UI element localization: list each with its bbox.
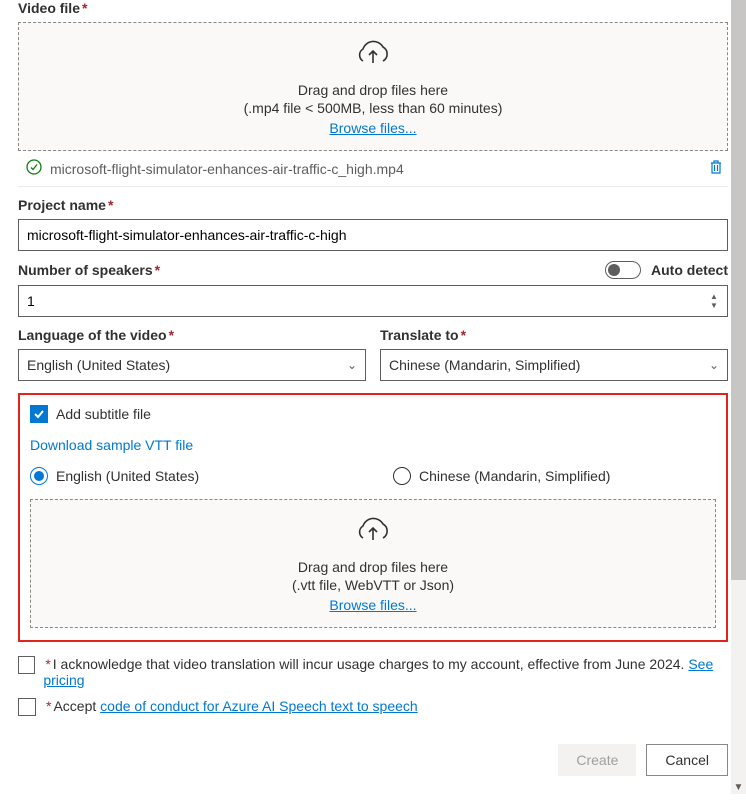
delete-file-button[interactable]: [708, 159, 724, 178]
uploaded-file-name: microsoft-flight-simulator-enhances-air-…: [50, 161, 708, 177]
translate-to-select[interactable]: Chinese (Mandarin, Simplified) ⌄: [380, 349, 728, 381]
chevron-up-icon[interactable]: ▲: [710, 292, 724, 301]
ack-usage-checkbox[interactable]: [18, 656, 35, 674]
chevron-down-icon[interactable]: ▼: [710, 301, 724, 310]
subtitle-dropzone-sub: (.vtt file, WebVTT or Json): [31, 577, 715, 593]
project-name-input[interactable]: [18, 219, 728, 251]
add-subtitle-checkbox[interactable]: [30, 405, 48, 423]
video-file-label: Video file*: [18, 0, 728, 16]
vertical-scrollbar[interactable]: ▼: [731, 0, 746, 794]
auto-detect-toggle[interactable]: [605, 261, 641, 279]
accept-conduct-checkbox[interactable]: [18, 698, 36, 716]
accept-conduct-text: *Accept code of conduct for Azure AI Spe…: [44, 698, 418, 714]
subtitle-section: Add subtitle file Download sample VTT fi…: [18, 393, 728, 642]
download-sample-vtt-link[interactable]: Download sample VTT file: [30, 437, 193, 453]
cloud-upload-icon: [31, 516, 715, 549]
spinner-arrows[interactable]: ▲ ▼: [710, 285, 724, 317]
speakers-label: Number of speakers*: [18, 262, 160, 278]
subtitle-dropzone-text: Drag and drop files here: [31, 559, 715, 575]
language-video-label: Language of the video*: [18, 327, 366, 343]
create-button[interactable]: Create: [558, 744, 636, 776]
project-name-label: Project name*: [18, 197, 728, 213]
chevron-down-icon: ⌄: [709, 358, 719, 372]
ack-usage-text: *I acknowledge that video translation wi…: [43, 656, 728, 688]
subtitle-lang-en-radio[interactable]: [30, 467, 48, 485]
translate-to-label: Translate to*: [380, 327, 728, 343]
subtitle-lang-zh-label: Chinese (Mandarin, Simplified): [419, 468, 610, 484]
add-subtitle-label: Add subtitle file: [56, 406, 151, 422]
language-video-select[interactable]: English (United States) ⌄: [18, 349, 366, 381]
speakers-input[interactable]: [18, 285, 728, 317]
video-file-dropzone[interactable]: Drag and drop files here (.mp4 file < 50…: [18, 22, 728, 151]
code-of-conduct-link[interactable]: code of conduct for Azure AI Speech text…: [100, 698, 418, 714]
cancel-button[interactable]: Cancel: [646, 744, 728, 776]
subtitle-browse-link[interactable]: Browse files...: [329, 597, 416, 613]
chevron-down-icon: ⌄: [347, 358, 357, 372]
auto-detect-label: Auto detect: [651, 262, 728, 278]
dropzone-sub: (.mp4 file < 500MB, less than 60 minutes…: [19, 100, 727, 116]
subtitle-lang-en-label: English (United States): [56, 468, 199, 484]
cloud-upload-icon: [19, 39, 727, 72]
dropzone-text: Drag and drop files here: [19, 82, 727, 98]
uploaded-file-row: microsoft-flight-simulator-enhances-air-…: [18, 151, 728, 187]
scroll-down-icon[interactable]: ▼: [734, 780, 744, 794]
browse-files-link[interactable]: Browse files...: [329, 120, 416, 136]
check-circle-icon: [26, 159, 42, 178]
subtitle-lang-zh-radio[interactable]: [393, 467, 411, 485]
subtitle-dropzone[interactable]: Drag and drop files here (.vtt file, Web…: [30, 499, 716, 628]
